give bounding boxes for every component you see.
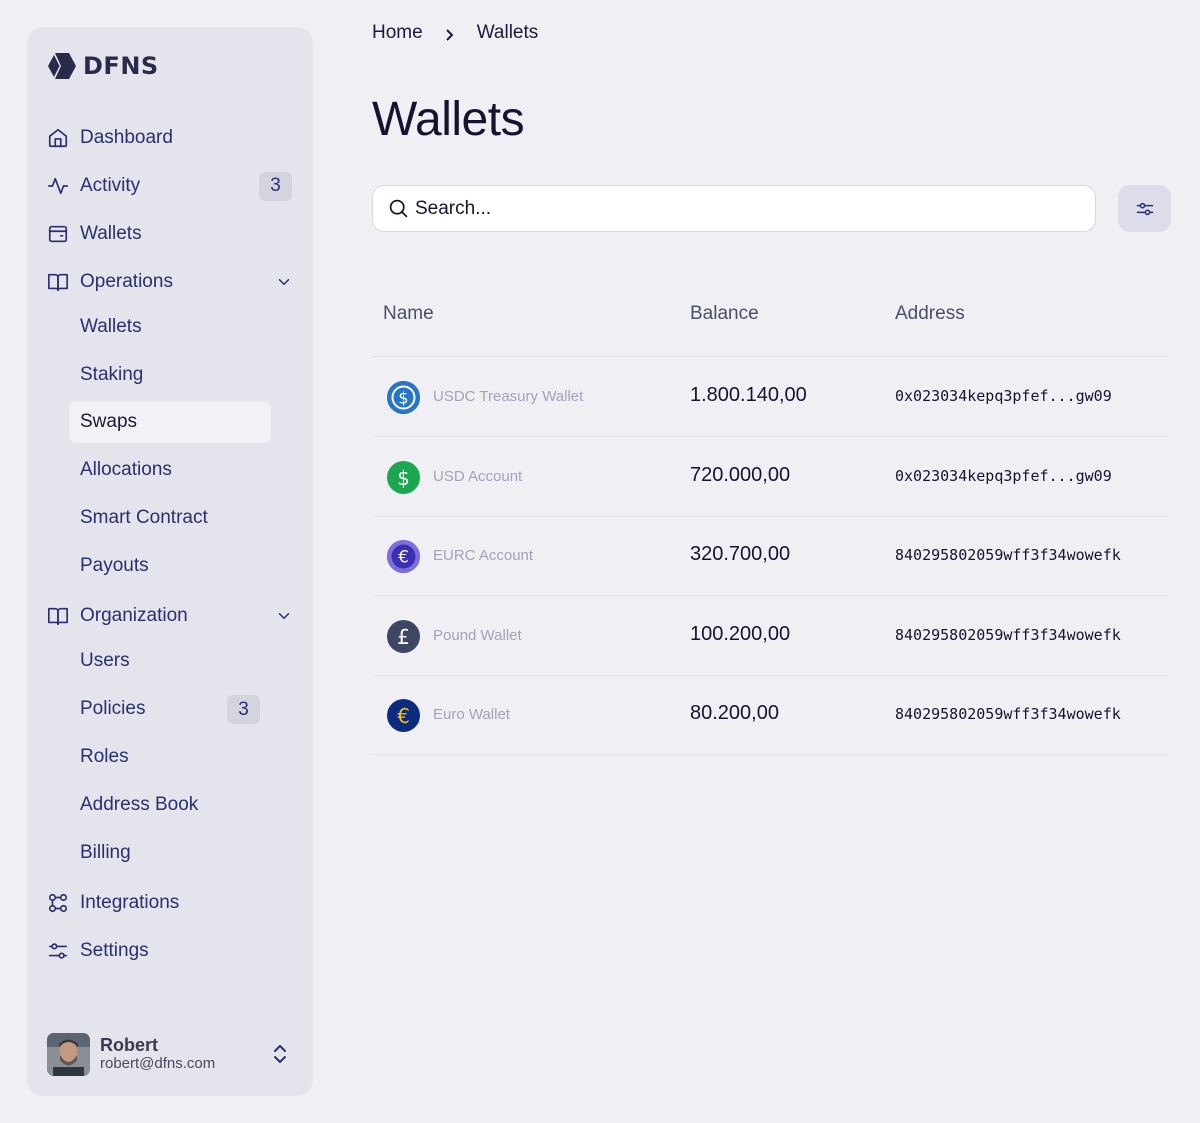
sub-item-smart-contract[interactable]: Smart Contract — [69, 497, 271, 539]
breadcrumb: Home Wallets — [372, 22, 538, 44]
sub-item-swaps[interactable]: Swaps — [69, 401, 271, 443]
sub-item-staking[interactable]: Staking — [69, 354, 271, 396]
wallet-address: 840295802059wff3f34wowefk — [895, 546, 1121, 564]
table-row[interactable]: € Euro Wallet 80.200,00 840295802059wff3… — [372, 675, 1168, 755]
svg-text:€: € — [398, 548, 409, 568]
filter-sliders-icon — [1136, 202, 1153, 215]
search-icon — [389, 199, 408, 218]
sub-item-policies-label: Policies — [80, 698, 146, 719]
brand-logo[interactable]: DFNS — [47, 51, 159, 81]
wallet-balance: 320.700,00 — [690, 543, 791, 565]
nav-organization-label: Organization — [80, 605, 188, 626]
chevron-up-down-icon[interactable] — [271, 1043, 289, 1065]
sub-item-payouts[interactable]: Payouts — [69, 545, 271, 587]
wallet-address: 0x023034kepq3pfef...gw09 — [895, 467, 1112, 485]
wallet-name: USD Account — [433, 468, 523, 485]
sub-item-users[interactable]: Users — [69, 640, 271, 682]
table-row[interactable]: $ USD Account 720.000,00 0x023034kepq3pf… — [372, 437, 1168, 517]
filter-button[interactable] — [1118, 185, 1171, 232]
nav-wallets-label: Wallets — [80, 223, 142, 244]
nav-integrations-label: Integrations — [80, 892, 180, 913]
usdc-coin-icon: $ — [387, 381, 420, 414]
breadcrumb-current: Wallets — [476, 22, 539, 43]
column-header-balance[interactable]: Balance — [690, 303, 759, 325]
wallet-address: 840295802059wff3f34wowefk — [895, 626, 1121, 644]
table-row[interactable]: $ USDC Treasury Wallet 1.800.140,00 0x02… — [372, 357, 1168, 437]
nav-operations[interactable]: Operations — [47, 262, 293, 302]
dfns-logo-icon — [48, 53, 76, 79]
table-row[interactable]: € EURC Account 320.700,00 840295802059wf… — [372, 516, 1168, 596]
table-row[interactable]: £ Pound Wallet 100.200,00 840295802059wf… — [372, 596, 1168, 676]
svg-text:$: $ — [398, 389, 408, 408]
wallet-balance: 80.200,00 — [690, 702, 779, 724]
sub-item-policies[interactable]: Policies 3 — [69, 688, 271, 730]
chevron-down-icon[interactable] — [275, 273, 293, 291]
breadcrumb-home[interactable]: Home — [372, 22, 423, 44]
nav-integrations[interactable]: Integrations — [47, 883, 293, 923]
wallet-name: Euro Wallet — [433, 706, 510, 723]
wallet-balance: 100.200,00 — [690, 623, 791, 645]
nav-settings-label: Settings — [80, 940, 149, 961]
nav-activity[interactable]: Activity 3 — [47, 166, 293, 206]
home-icon — [47, 127, 69, 149]
nav-settings[interactable]: Settings — [47, 931, 293, 971]
wallet-icon — [47, 223, 69, 245]
page-title: Wallets — [372, 93, 525, 146]
activity-icon — [47, 175, 69, 197]
user-name: Robert — [100, 1034, 158, 1055]
wallet-name: Pound Wallet — [433, 627, 522, 644]
wallet-name: USDC Treasury Wallet — [433, 388, 584, 405]
wallet-balance: 720.000,00 — [690, 464, 791, 486]
book-icon — [47, 271, 69, 293]
column-header-name[interactable]: Name — [383, 303, 434, 325]
wallet-balance: 1.800.140,00 — [690, 384, 807, 406]
integrations-icon — [47, 892, 69, 914]
dollar-coin-icon: $ — [387, 461, 420, 494]
nav-activity-label: Activity — [80, 175, 141, 196]
column-header-address[interactable]: Address — [895, 303, 965, 325]
nav-organization[interactable]: Organization — [47, 596, 293, 636]
chevron-down-icon[interactable] — [275, 607, 293, 625]
sub-item-allocations[interactable]: Allocations — [69, 449, 271, 491]
avatar — [47, 1032, 90, 1076]
search-box[interactable] — [372, 185, 1096, 232]
sub-item-wallets[interactable]: Wallets — [69, 306, 271, 348]
chevron-right-icon — [443, 26, 457, 41]
pound-coin-icon: £ — [387, 620, 420, 653]
search-input[interactable] — [415, 197, 1015, 220]
sliders-icon — [47, 940, 69, 962]
brand-name: DFNS — [83, 52, 159, 80]
sub-item-address-book[interactable]: Address Book — [69, 784, 271, 826]
sub-item-roles[interactable]: Roles — [69, 736, 271, 778]
policies-count-badge: 3 — [227, 695, 260, 724]
activity-count-badge: 3 — [259, 171, 292, 201]
user-email: robert@dfns.com — [100, 1054, 216, 1072]
nav-wallets[interactable]: Wallets — [47, 214, 293, 254]
sidebar: DFNS Dashboard Activity 3 Wallets Operat… — [27, 27, 313, 1096]
wallet-address: 840295802059wff3f34wowefk — [895, 705, 1121, 723]
sub-item-billing[interactable]: Billing — [69, 832, 271, 874]
euro-coin-icon: € — [387, 699, 420, 732]
eurc-coin-icon: € — [387, 540, 420, 573]
wallet-address: 0x023034kepq3pfef...gw09 — [895, 387, 1112, 405]
wallet-name: EURC Account — [433, 547, 534, 564]
nav-dashboard-label: Dashboard — [80, 127, 173, 148]
book-icon — [47, 605, 69, 627]
user-menu[interactable]: Robert robert@dfns.com — [47, 1032, 293, 1076]
nav-operations-label: Operations — [80, 271, 173, 292]
nav-dashboard[interactable]: Dashboard — [47, 118, 293, 158]
